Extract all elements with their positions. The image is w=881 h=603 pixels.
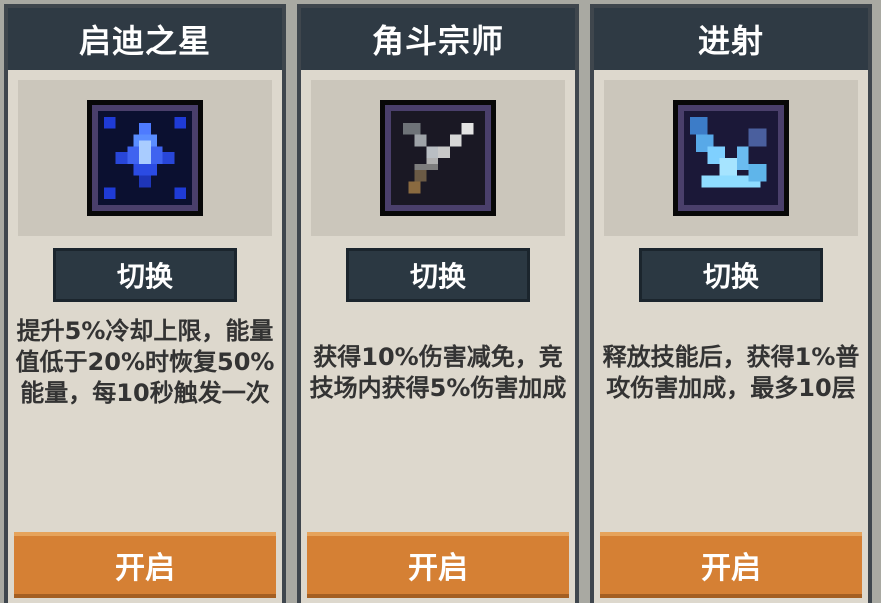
blue-crystal-star-icon bbox=[87, 100, 203, 216]
talent-card-3: 进射 切换 释放技能后，获得1%普攻伤害加成，最多10层 开启 bbox=[590, 4, 872, 603]
crossed-swords-icon bbox=[380, 100, 496, 216]
open-button-label: 开启 bbox=[701, 551, 761, 586]
card-title: 角斗宗师 bbox=[371, 22, 504, 60]
talent-selection-screen: 启迪之星 切换 提升5%冷却上限，能量值低于20%时恢复50%能量，每10秒触发… bbox=[0, 0, 881, 603]
card-header: 进射 bbox=[594, 8, 868, 70]
switch-button[interactable]: 切换 bbox=[639, 248, 823, 302]
talent-card-2: 角斗宗师 切换 获得10%伤害减免，竞技场内获得5%伤害加成 开启 bbox=[297, 4, 579, 603]
switch-button[interactable]: 切换 bbox=[53, 248, 237, 302]
open-button[interactable]: 开启 bbox=[307, 532, 569, 598]
open-button-label: 开启 bbox=[115, 551, 175, 586]
icon-panel bbox=[311, 80, 565, 236]
talent-description: 获得10%伤害减免，竞技场内获得5%伤害加成 bbox=[309, 343, 567, 402]
talent-description: 提升5%冷却上限，能量值低于20%时恢复50%能量，每10秒触发一次 bbox=[15, 317, 275, 407]
switch-button[interactable]: 切换 bbox=[346, 248, 530, 302]
card-header: 启迪之星 bbox=[8, 8, 282, 70]
ice-shard-burst-icon bbox=[673, 100, 789, 216]
icon-panel bbox=[18, 80, 272, 236]
talent-description: 释放技能后，获得1%普攻伤害加成，最多10层 bbox=[602, 343, 860, 402]
switch-button-label: 切换 bbox=[116, 260, 173, 293]
switch-button-label: 切换 bbox=[409, 260, 466, 293]
switch-button-label: 切换 bbox=[702, 260, 759, 293]
open-button-label: 开启 bbox=[408, 551, 468, 586]
open-button[interactable]: 开启 bbox=[600, 532, 862, 598]
card-title: 进射 bbox=[697, 22, 764, 60]
card-header: 角斗宗师 bbox=[301, 8, 575, 70]
talent-card-1: 启迪之星 切换 提升5%冷却上限，能量值低于20%时恢复50%能量，每10秒触发… bbox=[4, 4, 286, 603]
card-title: 启迪之星 bbox=[78, 22, 211, 60]
open-button[interactable]: 开启 bbox=[14, 532, 276, 598]
icon-panel bbox=[604, 80, 858, 236]
